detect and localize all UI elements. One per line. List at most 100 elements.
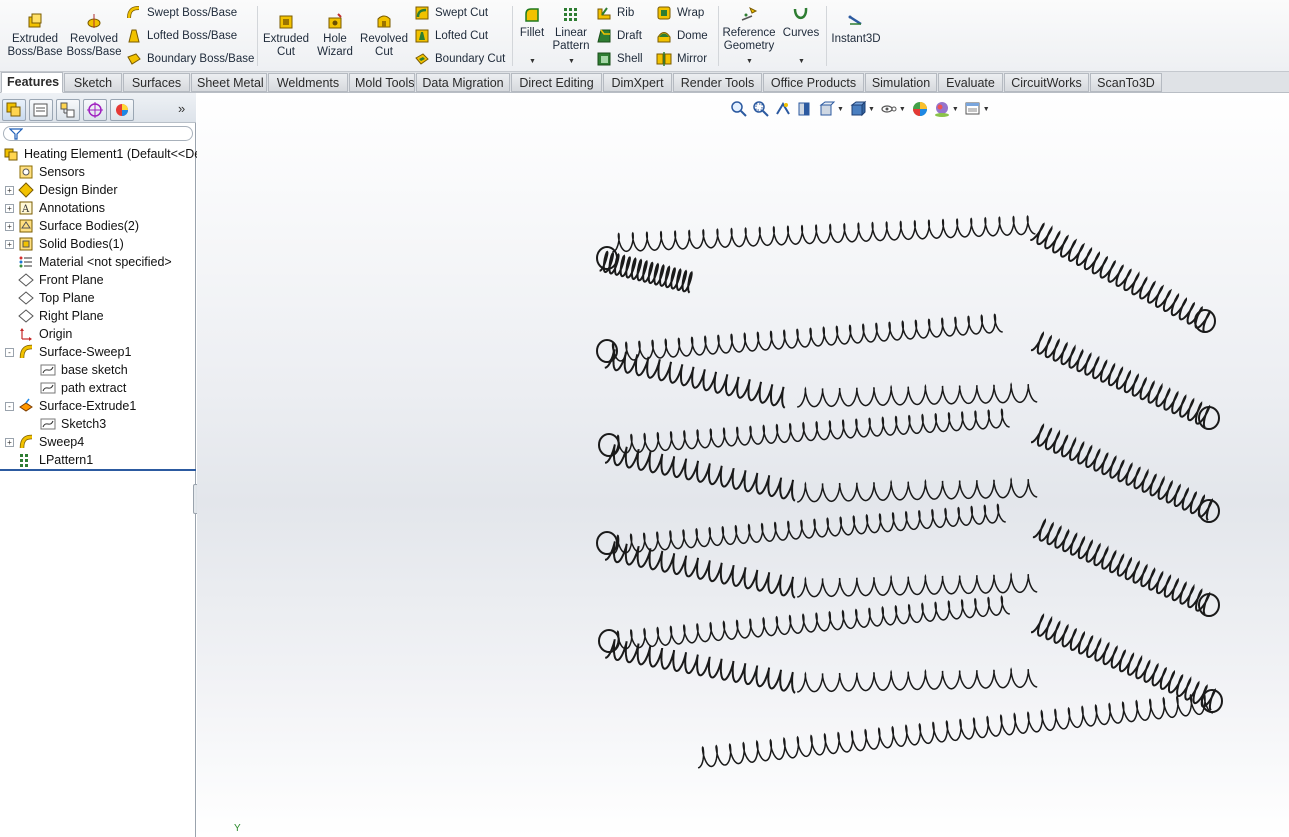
tree-root-part[interactable]: Heating Element1 (Default<<De [3,145,201,163]
rollback-bar[interactable] [0,469,196,471]
tree-item-design-binder[interactable]: + Design Binder [5,181,118,199]
tab-evaluate[interactable]: Evaluate [938,73,1003,92]
tab-sketch[interactable]: Sketch [64,73,122,92]
tree-item-surface-bodies-2[interactable]: + Surface Bodies(2) [5,217,139,235]
tree-item-top-plane[interactable]: Top Plane [5,289,95,307]
tree-expander-icon[interactable]: + [5,203,14,213]
configuration-manager-tab[interactable] [56,99,80,121]
coil-diagonal-run-4[interactable] [1032,518,1211,615]
curves-button[interactable]: Curves [782,6,820,40]
tree-item-sweep4[interactable]: + Sweep4 [5,433,84,451]
tree-expander-icon[interactable]: + [5,437,14,447]
extruded-boss-button[interactable]: Extruded Boss/Base [8,12,63,59]
tree-item-right-plane[interactable]: Right Plane [5,307,104,325]
boundary-boss-button[interactable]: Boundary Boss/Base [126,50,254,68]
tree-item-sensors[interactable]: Sensors [5,163,85,181]
fillet-button[interactable]: Fillet [516,6,548,40]
swept-cut-button[interactable]: Swept Cut [414,4,488,22]
tree-expander-icon[interactable]: - [5,347,14,357]
coil-back-run-1[interactable] [612,214,1036,253]
coil-mid-run-1[interactable] [797,382,1038,408]
coil-diagonal-run-3[interactable] [1031,423,1213,521]
tree-item-solid-bodies-1[interactable]: + Solid Bodies(1) [5,235,124,253]
tab-scanto3d[interactable]: ScanTo3D [1090,73,1162,92]
coil-front-run-2[interactable] [604,349,786,409]
swept-boss-button[interactable]: Swept Boss/Base [126,4,237,22]
tab-features[interactable]: Features [1,72,63,93]
coil-mid-run-3[interactable] [797,572,1038,598]
tree-item-sketch3[interactable]: Sketch3 [40,415,106,433]
tree-item-surface-sweep1[interactable]: - Surface-Sweep1 [5,343,131,361]
coil-diagonal-run-2[interactable] [1030,331,1211,428]
tab-dimxpert[interactable]: DimXpert [603,73,672,92]
hole-wizard-button[interactable]: Hole Wizard [313,12,357,59]
coil-bend-loop[interactable] [598,629,620,653]
boundary-cut-button[interactable]: Boundary Cut [414,50,505,68]
tree-item-origin[interactable]: Origin [5,325,72,343]
graphics-area[interactable]: ▼ ▼ ▼ ▼ ▼ Y [197,93,1289,837]
coil-front-run-4[interactable] [604,541,796,599]
coil-back-run-3[interactable] [612,408,1010,455]
coil-front-run-3[interactable] [604,444,796,502]
display-manager-tab[interactable] [110,99,134,121]
shell-button[interactable]: Shell [596,50,643,68]
tab-data-migration[interactable]: Data Migration [416,73,510,92]
reference-geometry-button[interactable]: Reference Geometry [722,6,776,53]
tree-item-surface-extrude1[interactable]: - Surface-Extrude1 [5,397,136,415]
heating-element-model[interactable] [197,93,1289,837]
coil-back-run-5[interactable] [612,595,1010,651]
instant3d-button[interactable]: Instant3D [829,12,883,46]
linear-pattern-button[interactable]: Linear Pattern [550,6,592,53]
tree-expander-icon[interactable]: + [5,185,14,195]
coil-bend-loop[interactable] [598,433,620,457]
tab-render-tools[interactable]: Render Tools [673,73,762,92]
coil-diagonal-run-1[interactable] [1030,222,1211,333]
tab-surfaces[interactable]: Surfaces [123,73,190,92]
tab-weldments[interactable]: Weldments [268,73,348,92]
mirror-button[interactable]: Mirror [656,50,707,68]
tree-expander-icon[interactable]: - [5,401,14,411]
revolved-cut-button[interactable]: Revolved Cut [359,12,409,59]
tree-expander-icon[interactable]: + [5,221,14,231]
dimxpert-manager-tab[interactable] [83,99,107,121]
extruded-cut-button[interactable]: Extruded Cut [262,12,310,59]
tree-item-annotations[interactable]: + A Annotations [5,199,105,217]
tree-item-lpattern1[interactable]: LPattern1 [5,451,93,469]
tree-item-base-sketch[interactable]: base sketch [40,361,128,379]
coil-diagonal-run-5[interactable] [1031,613,1216,711]
coil-back-run-4[interactable] [612,503,1006,555]
feature-manager-tab[interactable] [2,99,26,121]
curves-dropdown-arrow[interactable]: ▼ [798,58,805,65]
coil-back-run-2[interactable] [607,313,1003,363]
tree-filter-input[interactable] [3,126,193,141]
panel-expand-arrows-icon[interactable]: » [178,101,185,116]
revolved-boss-button[interactable]: Revolved Boss/Base [66,12,122,59]
coil-bottom-run[interactable] [697,692,1214,769]
tab-office-products[interactable]: Office Products [763,73,864,92]
wrap-button[interactable]: Wrap [656,4,704,22]
tree-item-front-plane[interactable]: Front Plane [5,271,104,289]
coil-mid-run-4[interactable] [797,667,1038,693]
coil-front-run-5[interactable] [605,639,796,694]
sketch-icon [40,418,56,430]
lofted-boss-button[interactable]: Lofted Boss/Base [126,27,237,45]
lofted-cut-button[interactable]: Lofted Cut [414,27,488,45]
tab-sheet-metal[interactable]: Sheet Metal [191,73,267,92]
tree-item-material-not-specified[interactable]: Material <not specified> [5,253,172,271]
reference-geometry-dropdown-arrow[interactable]: ▼ [746,58,753,65]
rib-button[interactable]: Rib [596,4,634,22]
coil-mid-run-2[interactable] [797,477,1038,503]
property-manager-tab[interactable] [29,99,53,121]
dome-button[interactable]: Dome [656,27,708,45]
draft-button[interactable]: Draft [596,27,642,45]
fillet-dropdown-arrow[interactable]: ▼ [529,58,536,65]
tree-expander-icon[interactable]: + [5,239,14,249]
tab-direct-editing[interactable]: Direct Editing [511,73,602,92]
coil-front-run-1[interactable] [599,250,693,294]
tab-circuitworks[interactable]: CircuitWorks [1004,73,1089,92]
linear-pattern-dropdown-arrow[interactable]: ▼ [568,58,575,65]
tab-mold-tools[interactable]: Mold Tools [349,73,415,92]
coil-bend-loop[interactable] [1198,499,1220,523]
tree-item-path-extract[interactable]: path extract [40,379,126,397]
tab-simulation[interactable]: Simulation [865,73,937,92]
